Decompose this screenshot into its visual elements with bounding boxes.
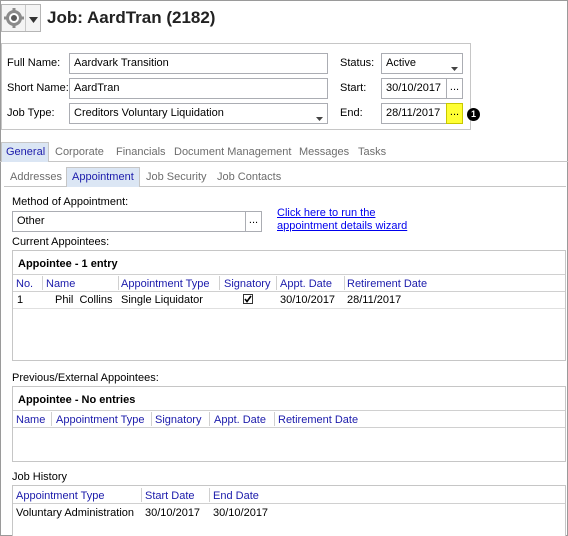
annotation-marker: 1	[467, 108, 480, 121]
signatory-checkbox[interactable]	[243, 294, 253, 304]
previous-appointees-group-header: Appointee - No entries	[18, 394, 136, 406]
col-header-signatory[interactable]: Signatory	[224, 278, 270, 290]
chevron-down-icon	[451, 62, 458, 73]
cell-appt-date: 30/10/2017	[280, 294, 336, 306]
chevron-down-icon	[29, 14, 38, 26]
group-header-separator	[13, 274, 565, 275]
method-of-appointment-label: Method of Appointment:	[12, 196, 129, 208]
method-of-appointment-button[interactable]: ...	[245, 211, 262, 232]
gear-icon	[4, 8, 24, 31]
status-label: Status:	[340, 57, 375, 69]
short-name-input[interactable]: AardTran	[69, 78, 328, 99]
full-name-label: Full Name:	[7, 57, 61, 69]
current-appointees-label: Current Appointees:	[12, 236, 110, 248]
tab-job-contacts[interactable]: Job Contacts	[217, 171, 281, 183]
short-name-label: Short Name:	[7, 82, 69, 94]
tab-addresses[interactable]: Addresses	[10, 171, 62, 183]
tab-corporate[interactable]: Corporate	[55, 146, 104, 158]
tab-document-management[interactable]: Document Management	[174, 146, 291, 158]
col-header-appointment-type[interactable]: Appointment Type	[16, 490, 104, 502]
tab-general-label: General	[6, 146, 46, 158]
current-appointees-group-header: Appointee - 1 entry	[18, 258, 118, 270]
method-of-appointment-input[interactable]: Other	[12, 211, 246, 232]
cell-name: Phil Collins	[55, 294, 113, 306]
col-header-no[interactable]: No.	[16, 278, 33, 290]
col-header-retirement-date[interactable]: Retirement Date	[347, 278, 427, 290]
start-date-picker-button[interactable]: ...	[446, 78, 463, 99]
app-menu-button[interactable]	[1, 4, 41, 32]
col-header-start-date[interactable]: Start Date	[145, 490, 195, 502]
table-row[interactable]: Voluntary Administration 30/10/2017 30/1…	[13, 504, 565, 522]
tab-financials[interactable]: Financials	[116, 146, 166, 158]
tab-job-security[interactable]: Job Security	[146, 171, 207, 183]
status-select[interactable]: Active	[381, 53, 463, 74]
col-header-name[interactable]: Name	[46, 278, 75, 290]
end-date-input[interactable]: 28/11/2017	[381, 103, 447, 124]
col-header-appt-date[interactable]: Appt. Date	[214, 414, 266, 426]
tab-tasks[interactable]: Tasks	[358, 146, 386, 158]
status-value: Active	[386, 57, 416, 69]
job-type-value: Creditors Voluntary Liquidation	[74, 107, 224, 119]
cell-retirement-date: 28/11/2017	[347, 294, 402, 306]
cell-no: 1	[17, 294, 24, 306]
col-header-end-date[interactable]: End Date	[213, 490, 259, 502]
col-header-retirement-date[interactable]: Retirement Date	[278, 414, 358, 426]
cell-appointment-type: Single Liquidator	[121, 294, 203, 306]
tab-messages[interactable]: Messages	[299, 146, 349, 158]
start-label: Start:	[340, 82, 367, 94]
cell-appointment-type: Voluntary Administration	[16, 507, 135, 519]
page-title: Job: AardTran (2182)	[47, 8, 216, 27]
start-date-input[interactable]: 30/10/2017	[381, 78, 447, 99]
end-date-picker-button[interactable]: ...	[446, 103, 463, 124]
job-type-label: Job Type:	[7, 107, 55, 119]
job-history-label: Job History	[12, 471, 68, 483]
col-header-appointment-type[interactable]: Appointment Type	[56, 414, 144, 426]
job-type-select[interactable]: Creditors Voluntary Liquidation	[69, 103, 328, 124]
chevron-down-icon	[316, 112, 323, 123]
full-name-input[interactable]: Aardvark Transition	[69, 53, 328, 74]
table-row[interactable]: 1 Phil Collins Single Liquidator 30/10/2…	[13, 292, 565, 309]
appointment-wizard-link[interactable]: Click here to run the appointment detail…	[277, 207, 407, 233]
col-header-appointment-type[interactable]: Appointment Type	[121, 278, 209, 290]
end-label: End:	[340, 107, 363, 119]
previous-appointees-label: Previous/External Appointees:	[12, 372, 159, 384]
tab-appointment-label: Appointment	[72, 171, 134, 183]
col-header-name[interactable]: Name	[16, 414, 45, 426]
col-header-signatory[interactable]: Signatory	[155, 414, 201, 426]
cell-end-date: 30/10/2017	[213, 507, 269, 519]
col-header-appt-date[interactable]: Appt. Date	[280, 278, 332, 290]
cell-start-date: 30/10/2017	[145, 507, 201, 519]
